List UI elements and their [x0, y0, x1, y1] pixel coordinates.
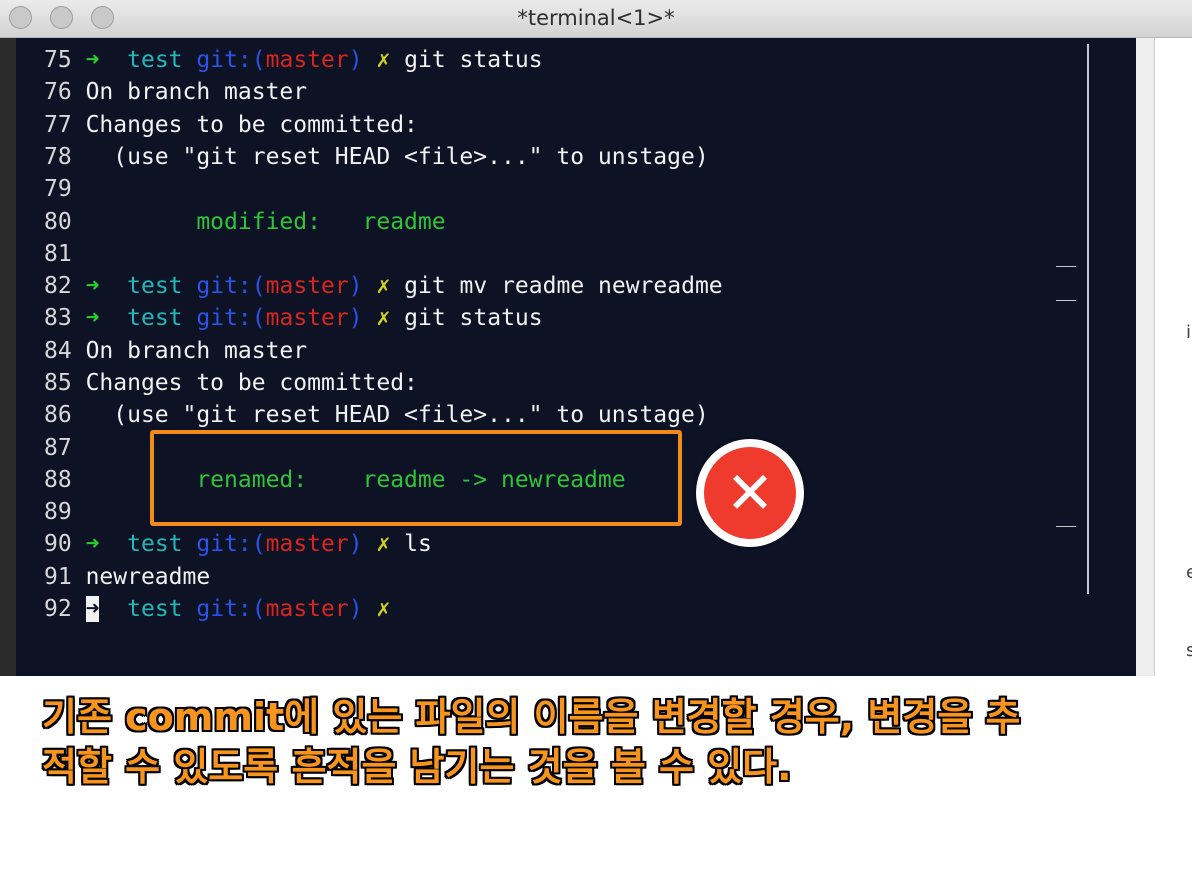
prompt-branch: master	[265, 305, 349, 331]
terminal-line: 87	[44, 432, 86, 464]
close-icon: ✕	[704, 447, 796, 539]
prompt-git-label: git:(	[196, 273, 266, 299]
output-text: On branch master	[85, 79, 308, 105]
line-number: 82	[44, 273, 72, 299]
line-number: 86	[44, 402, 72, 428]
terminal-line: 84 On branch master	[44, 335, 307, 367]
terminal-line: 91 newreadme	[44, 561, 210, 593]
prompt-git-label: git:(	[196, 47, 266, 73]
command-text: git mv readme newreadme	[404, 273, 723, 299]
prompt-branch: master	[265, 273, 349, 299]
prompt-git-close: )	[348, 47, 363, 73]
terminal-line: 80 modified: readme	[44, 206, 446, 238]
prompt-dirty-icon: ✗	[376, 47, 391, 73]
prompt-git-label: git:(	[196, 531, 266, 557]
renamed-highlight-box	[150, 430, 682, 526]
prompt-directory: test	[127, 596, 183, 622]
terminal-window: *terminal<1>* 75 ➜ test git:(master) ✗ g…	[0, 0, 1192, 676]
pane-tick	[1056, 266, 1076, 267]
prompt-branch: master	[265, 596, 349, 622]
line-number: 88	[44, 467, 72, 493]
prompt-directory: test	[127, 305, 183, 331]
line-number: 83	[44, 305, 72, 331]
line-number: 87	[44, 435, 72, 461]
terminal-line: 85 Changes to be committed:	[44, 367, 418, 399]
line-number: 90	[44, 531, 72, 557]
terminal-line: 89	[44, 496, 86, 528]
line-number: 91	[44, 564, 72, 590]
side-panel: i e s	[1136, 38, 1192, 676]
side-panel-fragment: s	[1186, 640, 1192, 661]
prompt-branch: master	[265, 531, 349, 557]
prompt-git-close: )	[348, 531, 363, 557]
output-text: Changes to be committed:	[85, 370, 418, 396]
prompt-directory: test	[127, 47, 183, 73]
prompt-git-close: )	[348, 596, 363, 622]
pane-tick	[1056, 526, 1076, 527]
prompt-dirty-icon: ✗	[376, 273, 391, 299]
prompt-arrow-icon: ➜	[85, 531, 100, 557]
line-number: 78	[44, 144, 72, 170]
pane-divider	[1087, 44, 1089, 594]
side-panel-fragment: e	[1186, 562, 1192, 583]
line-number: 76	[44, 79, 72, 105]
pane-tick	[1056, 300, 1076, 301]
terminal-line: 78 (use "git reset HEAD <file>..." to un…	[44, 141, 709, 173]
prompt-dirty-icon: ✗	[376, 531, 391, 557]
line-number: 89	[44, 499, 72, 525]
prompt-branch: master	[265, 47, 349, 73]
line-number: 75	[44, 47, 72, 73]
terminal-line: 90 ➜ test git:(master) ✗ ls	[44, 528, 432, 560]
caption: 기존 commit에 있는 파일의 이름을 변경할 경우, 변경을 추 적할 수…	[42, 692, 1162, 792]
command-text: git status	[404, 47, 543, 73]
side-panel-fragment: i	[1186, 322, 1192, 343]
line-number: 79	[44, 176, 72, 202]
prompt-arrow-icon: ➜	[85, 305, 100, 331]
command-text: git status	[404, 305, 543, 331]
terminal-line: 82 ➜ test git:(master) ✗ git mv readme n…	[44, 270, 723, 302]
prompt-git-label: git:(	[196, 305, 266, 331]
line-number: 81	[44, 241, 72, 267]
terminal-line: 75 ➜ test git:(master) ✗ git status	[44, 44, 543, 76]
line-number: 85	[44, 370, 72, 396]
prompt-arrow-icon: ➜	[85, 47, 100, 73]
command-text: ls	[404, 531, 432, 557]
status-entry: modified: readme	[85, 209, 446, 235]
terminal-line: 86 (use "git reset HEAD <file>..." to un…	[44, 399, 709, 431]
window-title: *terminal<1>*	[517, 6, 675, 30]
prompt-arrow-icon: ➜	[85, 596, 100, 622]
caption-line: 기존 commit에 있는 파일의 이름을 변경할 경우, 변경을 추	[42, 695, 1021, 739]
terminal-line: 79	[44, 173, 86, 205]
prompt-git-close: )	[348, 273, 363, 299]
prompt-directory: test	[127, 273, 183, 299]
prompt-dirty-icon: ✗	[376, 596, 391, 622]
output-text: Changes to be committed:	[85, 112, 418, 138]
output-text: (use "git reset HEAD <file>..." to unsta…	[85, 144, 709, 170]
prompt-git-label: git:(	[196, 596, 266, 622]
line-number: 84	[44, 338, 72, 364]
line-number: 77	[44, 112, 72, 138]
line-number: 80	[44, 209, 72, 235]
terminal-line: 76 On branch master	[44, 76, 307, 108]
title-bar[interactable]: *terminal<1>*	[0, 0, 1192, 38]
terminal-line: 92 ➜ test git:(master) ✗	[44, 593, 390, 625]
caption-line: 적할 수 있도록 흔적을 남기는 것을 볼 수 있다.	[42, 745, 792, 789]
prompt-directory: test	[127, 531, 183, 557]
output-text: (use "git reset HEAD <file>..." to unsta…	[85, 402, 709, 428]
error-badge: ✕	[696, 439, 804, 547]
terminal-line: 81	[44, 238, 86, 270]
prompt-git-close: )	[348, 305, 363, 331]
prompt-dirty-icon: ✗	[376, 305, 391, 331]
terminal-line: 83 ➜ test git:(master) ✗ git status	[44, 302, 543, 334]
output-text: newreadme	[85, 564, 211, 590]
line-number: 92	[44, 596, 72, 622]
terminal-line: 77 Changes to be committed:	[44, 109, 418, 141]
terminal-output[interactable]: 75 ➜ test git:(master) ✗ git status 76 On…	[16, 38, 1136, 676]
prompt-arrow-icon: ➜	[85, 273, 100, 299]
output-text: On branch master	[85, 338, 308, 364]
